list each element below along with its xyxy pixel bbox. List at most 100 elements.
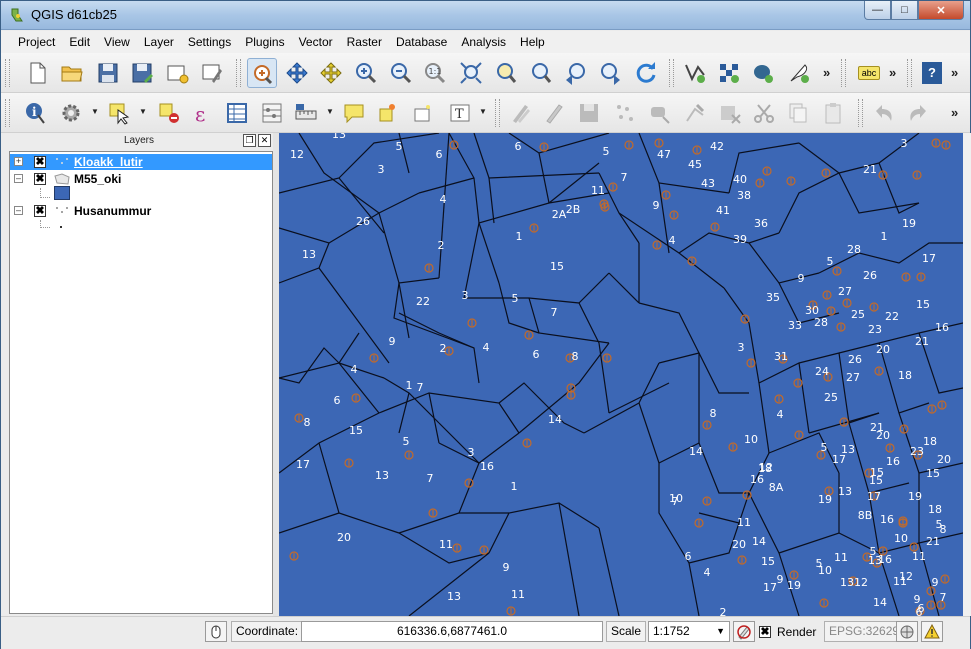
map-scrollbar[interactable] — [963, 133, 971, 616]
zoom-to-selection-button[interactable] — [526, 58, 556, 88]
zoom-actual-size-button[interactable]: 1:1 — [420, 58, 450, 88]
map-tips-button[interactable] — [339, 98, 369, 128]
layer-visibility-checkbox[interactable]: ✖ — [34, 173, 46, 185]
toolbar-grip[interactable] — [841, 59, 846, 87]
new-print-composer-button[interactable] — [162, 58, 192, 88]
undo-button[interactable] — [869, 98, 899, 128]
menu-analysis[interactable]: Analysis — [454, 35, 513, 49]
zoom-to-layer-button[interactable] — [491, 58, 521, 88]
expression-select-button[interactable]: ε — [188, 98, 218, 128]
zoom-out-button[interactable] — [386, 58, 416, 88]
coordinate-field[interactable]: 616336.6,6877461.0 — [301, 621, 603, 642]
toolbar-overflow-icon[interactable]: » — [951, 105, 958, 120]
new-bookmark-button[interactable] — [373, 98, 403, 128]
open-project-button[interactable] — [57, 58, 87, 88]
toolbar-grip[interactable] — [5, 59, 10, 87]
add-raster-layer-button[interactable] — [714, 58, 744, 88]
delete-selected-button[interactable] — [715, 98, 745, 128]
identify-features-button[interactable]: i — [21, 98, 51, 128]
toolbar-grip[interactable] — [236, 59, 241, 87]
save-as-button[interactable] — [127, 58, 157, 88]
redo-button[interactable] — [903, 98, 933, 128]
layer-visibility-checkbox[interactable]: ✖ — [34, 156, 46, 168]
current-edits-button[interactable] — [506, 98, 536, 128]
toolbar-grip[interactable] — [858, 99, 863, 127]
crs-status-button[interactable]: EPSG:32629 — [824, 621, 905, 642]
toolbar-overflow-icon[interactable]: » — [951, 65, 958, 80]
layer-row-m55-oki[interactable]: – ✖ M55_oki — [10, 171, 272, 187]
node-tool-button[interactable] — [680, 98, 710, 128]
menu-raster[interactable]: Raster — [340, 35, 389, 49]
menu-edit[interactable]: Edit — [62, 35, 97, 49]
expand-toggle[interactable]: + — [14, 157, 23, 166]
toolbar-overflow-icon[interactable]: » — [823, 65, 830, 80]
toolbar-grip[interactable] — [5, 99, 10, 127]
label-tool-button[interactable]: abc — [854, 58, 884, 88]
collapse-toggle[interactable]: – — [14, 206, 23, 215]
field-calculator-button[interactable] — [257, 98, 287, 128]
refresh-button[interactable] — [631, 58, 661, 88]
messages-button[interactable] — [921, 621, 943, 642]
help-button[interactable]: ? — [917, 58, 947, 88]
zoom-full-button[interactable] — [456, 58, 486, 88]
toggle-editing-button[interactable] — [539, 98, 569, 128]
chevron-down-icon[interactable]: ▼ — [326, 107, 334, 116]
crs-globe-button[interactable] — [896, 621, 918, 642]
menu-vector[interactable]: Vector — [292, 35, 340, 49]
show-bookmarks-button[interactable] — [408, 98, 438, 128]
scale-combobox[interactable]: 1:1752 ▼ — [648, 621, 730, 642]
menu-help[interactable]: Help — [513, 35, 552, 49]
toggle-extents-button[interactable] — [205, 621, 227, 642]
attribute-table-button[interactable] — [222, 98, 252, 128]
new-shapefile-button[interactable] — [784, 58, 814, 88]
menu-project[interactable]: Project — [11, 35, 62, 49]
add-feature-button[interactable] — [610, 98, 640, 128]
deselect-all-button[interactable] — [154, 98, 184, 128]
zoom-next-button[interactable] — [595, 58, 625, 88]
cut-features-button[interactable] — [749, 98, 779, 128]
composer-manager-button[interactable] — [197, 58, 227, 88]
add-vector-layer-button[interactable] — [680, 58, 710, 88]
menu-settings[interactable]: Settings — [181, 35, 238, 49]
new-project-button[interactable] — [23, 58, 53, 88]
text-annotation-button[interactable]: T — [445, 98, 475, 128]
stop-render-button[interactable] — [733, 621, 755, 642]
select-features-button[interactable] — [104, 98, 134, 128]
zoom-last-button[interactable] — [561, 58, 591, 88]
render-checkbox[interactable]: ✖ — [759, 626, 771, 638]
layer-tree[interactable]: + ✖ Kloakk_lutir – ✖ M55_oki – ✖ Husanum… — [9, 151, 273, 614]
menu-database[interactable]: Database — [389, 35, 454, 49]
pan-to-selection-button[interactable] — [282, 58, 312, 88]
panel-close-button[interactable]: ✕ — [258, 134, 271, 147]
add-postgis-layer-button[interactable] — [748, 58, 778, 88]
save-project-button[interactable] — [93, 58, 123, 88]
move-feature-button[interactable] — [644, 98, 674, 128]
menu-view[interactable]: View — [97, 35, 137, 49]
toolbar-overflow-icon[interactable]: » — [889, 65, 896, 80]
toolbar-grip[interactable] — [907, 59, 912, 87]
copy-features-button[interactable] — [783, 98, 813, 128]
panel-float-button[interactable]: ❐ — [243, 134, 256, 147]
chevron-down-icon[interactable]: ▼ — [139, 107, 147, 116]
paste-features-button[interactable] — [818, 98, 848, 128]
minimize-button[interactable]: — — [864, 1, 891, 20]
collapse-toggle[interactable]: – — [14, 174, 23, 183]
menu-plugins[interactable]: Plugins — [238, 35, 291, 49]
zoom-in-button[interactable] — [351, 58, 381, 88]
menu-layer[interactable]: Layer — [137, 35, 181, 49]
layer-row-husanummur[interactable]: – ✖ Husanummur — [10, 203, 272, 219]
layer-visibility-checkbox[interactable]: ✖ — [34, 205, 46, 217]
chevron-down-icon[interactable]: ▼ — [91, 107, 99, 116]
map-canvas[interactable]: 13 12 5 3 6 26 4 2 1 13 22 3 5 7 9 4 2 4 6 8 1 7 6 8 15 5 3 17 13 7 16… — [279, 133, 963, 616]
layer-row-kloakk-lutir[interactable]: + ✖ Kloakk_lutir — [10, 154, 272, 170]
save-layer-edits-button[interactable] — [574, 98, 604, 128]
pan-to-selected-button[interactable] — [316, 58, 346, 88]
maximize-button[interactable]: □ — [891, 1, 918, 20]
toolbar-grip[interactable] — [669, 59, 674, 87]
toolbar-grip[interactable] — [495, 99, 500, 127]
close-button[interactable]: ✕ — [918, 1, 964, 20]
measure-line-button[interactable] — [291, 98, 321, 128]
run-action-button[interactable] — [56, 98, 86, 128]
chevron-down-icon[interactable]: ▼ — [479, 107, 487, 116]
pan-map-button[interactable] — [247, 58, 277, 88]
